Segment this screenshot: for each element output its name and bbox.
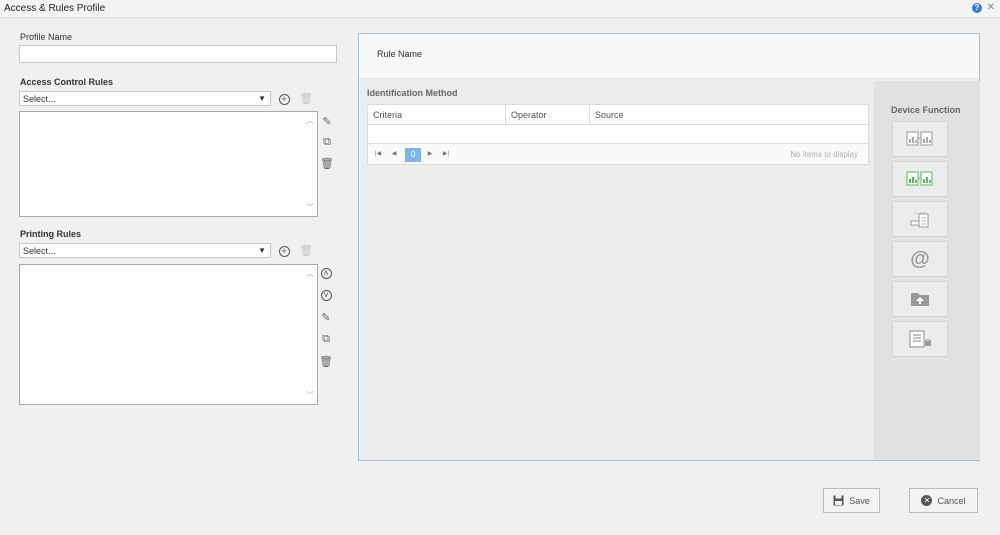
scroll-up-icon[interactable]: ︿ [306, 115, 314, 126]
email-function-button[interactable]: @ [892, 241, 948, 277]
edit-icon: ✎ [321, 311, 331, 324]
printing-rules-select[interactable]: Select... ▼ [19, 243, 271, 258]
scroll-up-icon[interactable]: ︿ [306, 268, 314, 279]
window-titlebar: Access & Rules Profile ? ✕ [0, 0, 1000, 18]
chevron-down-circle-icon: ˅ [320, 289, 332, 301]
scroll-down-icon[interactable]: ﹀ [306, 202, 314, 213]
rule-name-label: Rule Name [377, 49, 423, 59]
first-page-icon[interactable]: |◀ [372, 148, 384, 161]
folder-upload-function-button[interactable] [892, 281, 948, 317]
cancel-label: Cancel [937, 495, 966, 506]
add-access-rule-button[interactable]: + [278, 93, 290, 105]
access-rules-select-value: Select... [23, 94, 56, 104]
delete-access-rule-button[interactable]: 🗑 [299, 92, 313, 105]
delete-printing-rule-button[interactable]: 🗑 [299, 244, 313, 257]
fax-function-button[interactable] [892, 321, 948, 357]
profile-name-input[interactable] [19, 45, 337, 63]
copy-function-icon [906, 131, 933, 146]
copy-printing-rule-button[interactable]: ⧉ [320, 333, 332, 345]
save-button[interactable]: Save [823, 488, 880, 513]
edit-icon: ✎ [322, 115, 332, 128]
grid-pager: |◀ ◀ 0 ▶ ▶| No items to display [368, 143, 868, 164]
column-source[interactable]: Source [590, 105, 790, 125]
copy-active-function-button[interactable] [892, 161, 948, 197]
copy-access-rule-button[interactable]: ⧉ [321, 136, 333, 148]
rule-panel: Rule Name Identification Method Criteria… [358, 33, 980, 461]
fax-function-icon [909, 330, 932, 348]
printing-rules-label: Printing Rules [20, 229, 82, 239]
close-icon[interactable]: ✕ [987, 2, 995, 13]
email-function-icon: @ [910, 247, 930, 270]
dropdown-arrow-icon: ▼ [258, 246, 266, 255]
identification-grid: Criteria Operator Source |◀ ◀ 0 ▶ ▶| No … [367, 104, 869, 165]
plus-circle-icon: + [278, 93, 290, 105]
prev-page-icon[interactable]: ◀ [388, 148, 400, 161]
trash-icon: 🗑 [299, 244, 313, 257]
move-rule-down-button[interactable]: ˅ [320, 289, 332, 301]
access-rules-select[interactable]: Select... ▼ [19, 91, 271, 106]
folder-upload-function-icon [911, 293, 929, 306]
trash-icon: 🗑 [320, 157, 334, 170]
dropdown-arrow-icon: ▼ [258, 94, 266, 103]
copy-icon: ⧉ [322, 332, 330, 345]
scan-function-icon [910, 212, 929, 228]
add-printing-rule-button[interactable]: + [278, 245, 290, 257]
access-rules-label: Access Control Rules [20, 77, 114, 87]
edit-access-rule-button[interactable]: ✎ [321, 115, 333, 128]
cancel-button[interactable]: ✕ Cancel [909, 488, 978, 513]
identification-method-label: Identification Method [367, 88, 458, 98]
chevron-up-circle-icon: ˄ [320, 267, 332, 279]
last-page-icon[interactable]: ▶| [440, 148, 452, 161]
copy-function-button[interactable] [892, 121, 948, 157]
device-function-column: Device Function @ [874, 81, 980, 460]
scan-function-button[interactable] [892, 201, 948, 237]
trash-icon: 🗑 [299, 92, 313, 105]
scroll-down-icon[interactable]: ﹀ [306, 390, 314, 401]
edit-printing-rule-button[interactable]: ✎ [320, 311, 332, 324]
plus-circle-icon: + [278, 245, 290, 257]
profile-name-label: Profile Name [20, 32, 73, 42]
remove-access-rule-button[interactable]: 🗑 [320, 157, 334, 170]
grid-header: Criteria Operator Source [368, 105, 868, 125]
access-rules-list[interactable]: ︿ ﹀ [19, 111, 318, 217]
printing-rules-list[interactable]: ︿ ﹀ [19, 264, 318, 405]
move-rule-up-button[interactable]: ˄ [320, 267, 332, 279]
rule-name-header: Rule Name [359, 34, 979, 79]
save-icon [833, 495, 844, 506]
column-criteria[interactable]: Criteria [368, 105, 506, 125]
column-operator[interactable]: Operator [506, 105, 590, 125]
printing-rules-select-value: Select... [23, 246, 56, 256]
remove-printing-rule-button[interactable]: 🗑 [319, 355, 333, 368]
cancel-icon: ✕ [921, 495, 933, 506]
device-function-label: Device Function [891, 105, 961, 115]
no-items-text: No items to display [790, 150, 858, 159]
window-title: Access & Rules Profile [4, 3, 106, 14]
copy-icon: ⧉ [323, 135, 331, 148]
copy-active-function-icon [906, 171, 933, 186]
current-page[interactable]: 0 [405, 148, 421, 162]
next-page-icon[interactable]: ▶ [424, 148, 436, 161]
save-label: Save [849, 495, 870, 506]
help-icon[interactable]: ? [972, 3, 982, 13]
trash-icon: 🗑 [319, 355, 333, 368]
